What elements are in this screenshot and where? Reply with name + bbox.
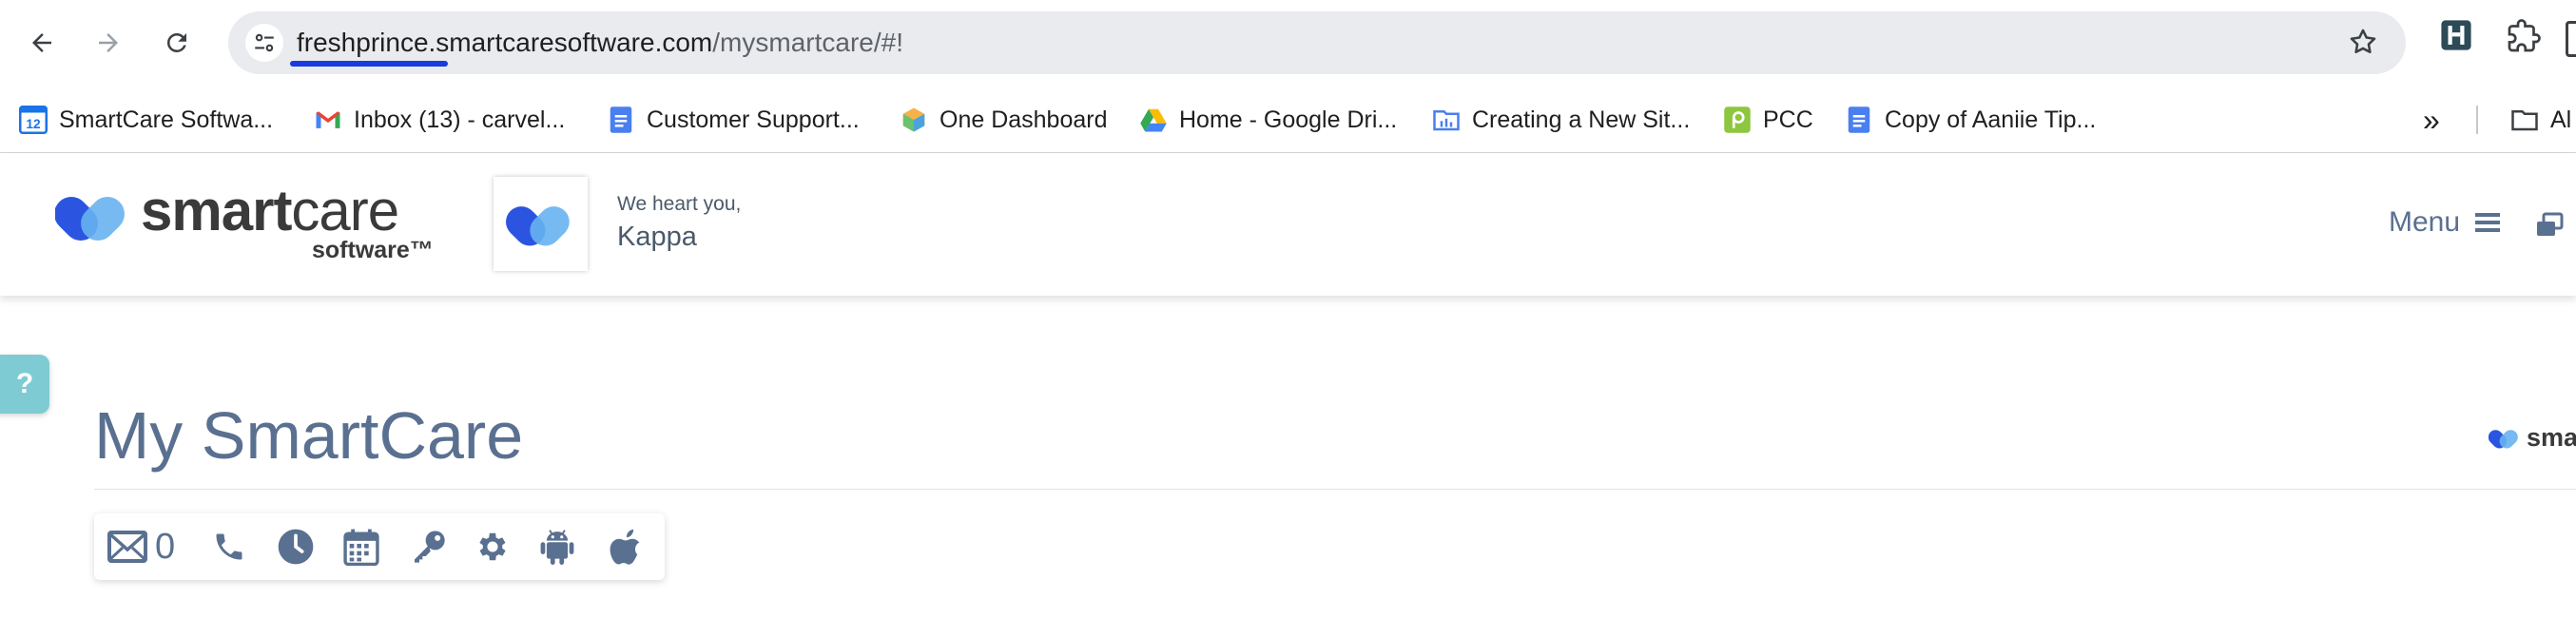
chevron-double-right-icon: » [2423,102,2440,137]
address-bar[interactable]: freshprince.smartcaresoftware.com/mysmar… [228,11,2406,74]
logo-subtitle: software™ [312,237,434,263]
url-highlight-underline [290,61,448,67]
heart-mini-icon [2489,429,2518,448]
bookmark-item[interactable]: Inbox (13) - carvel... [314,102,565,138]
bookmark-item[interactable]: 12 SmartCare Softwa... [19,102,273,138]
pcc-icon [1723,106,1752,134]
title-divider [94,489,2576,490]
heart-logo-icon [55,197,125,241]
reload-icon [166,32,186,52]
bookmarks-overflow-button[interactable]: » [2423,102,2440,138]
android-app-button[interactable] [539,527,575,567]
phone-icon [216,533,242,560]
url-path: /mysmartcare/#! [712,28,903,57]
site-header: smartcare software™ We heart you, Kappa … [0,153,2576,296]
message-count: 0 [155,526,176,567]
bookmark-item[interactable]: Home - Google Dri... [1139,102,1397,138]
calendar-icon [343,529,379,566]
bookmark-star-button[interactable] [2347,26,2379,63]
apple-app-button[interactable] [610,527,644,567]
phone-button[interactable] [212,527,246,567]
calendar-12-icon: 12 [19,106,48,134]
brand-mini-logo: smar [2489,423,2576,453]
browser-toolbar: freshprince.smartcaresoftware.com/mysmar… [0,0,2576,88]
svg-text:12: 12 [26,117,41,131]
extensions-button[interactable] [2507,19,2541,58]
back-button[interactable] [17,18,67,68]
all-bookmarks-button[interactable]: Al [2510,102,2571,138]
site-info-button[interactable] [245,24,283,62]
extension-app-button[interactable] [2440,19,2472,56]
google-drive-icon [1139,106,1168,134]
gear-icon [479,532,506,561]
url-text[interactable]: freshprince.smartcaresoftware.com/mysmar… [297,27,903,59]
bookmark-item[interactable]: One Dashboard [900,102,1108,138]
apple-icon [610,529,640,565]
time-clock-button[interactable] [277,527,315,567]
key-icon [415,531,445,563]
windows-button[interactable] [2535,212,2564,243]
windows-icon [2537,212,2564,236]
page-title: My SmartCare [94,398,524,473]
avatar[interactable] [494,177,588,271]
user-name: Kappa [617,222,697,252]
envelope-icon [107,531,147,563]
greeting-text: We heart you, [617,193,742,215]
star-icon [2350,29,2376,54]
password-button[interactable] [410,527,448,567]
messages-button[interactable]: 0 [107,527,175,567]
google-docs-icon [607,106,635,134]
bookmark-item[interactable]: Copy of Aaniie Tip... [1845,102,2096,138]
google-docs-icon [1845,106,1873,134]
bookmark-item[interactable]: Creating a New Sit... [1432,102,1690,138]
puzzle-icon [2508,19,2541,52]
question-icon: ? [15,368,34,399]
hamburger-icon [2475,213,2501,232]
tune-icon [255,33,274,52]
menu-button[interactable]: Menu [2389,206,2501,239]
help-tab[interactable]: ? [0,355,49,414]
logo-wordmark: smartcare [141,179,399,242]
android-icon [540,530,574,565]
bookmark-item[interactable]: PCC [1723,102,1813,138]
bookmarks-divider [2476,106,2478,134]
bookmarks-bar: 12 SmartCare Softwa... Inbox (13) - carv… [0,88,2576,153]
profile-icon[interactable] [2566,21,2576,57]
extension-app-icon [2441,20,2471,50]
gmail-icon [314,106,342,134]
arrow-left-icon [32,33,51,52]
folder-chart-icon [1432,106,1461,134]
settings-button[interactable] [475,527,511,567]
bookmark-item[interactable]: Customer Support... [607,102,860,138]
folder-icon [2510,106,2539,134]
menu-label: Menu [2389,206,2461,238]
calendar-button[interactable] [343,527,379,567]
reload-button[interactable] [152,18,202,68]
url-host: freshprince.smartcaresoftware.com [297,28,713,57]
smartcare-logo[interactable]: smartcare software™ [55,179,455,263]
heart-avatar-icon [505,205,570,246]
quick-actions-toolbar: 0 [94,513,665,580]
forward-button[interactable] [84,18,133,68]
cube-icon [900,106,928,134]
arrow-right-icon [99,33,118,52]
clock-icon [278,529,314,565]
